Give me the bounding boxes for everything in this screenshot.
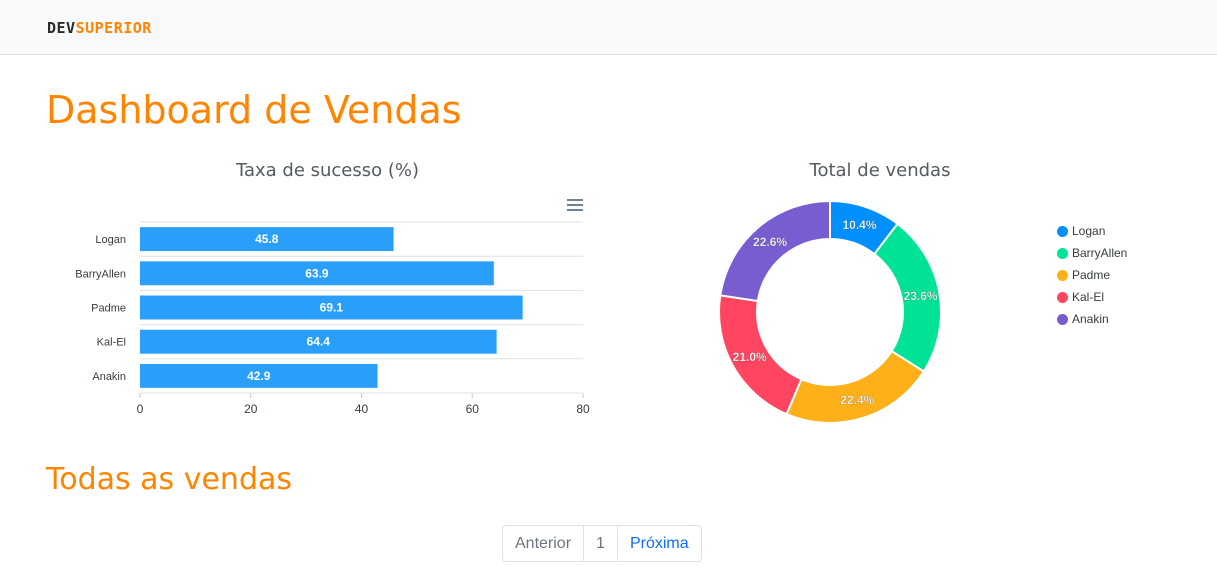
x-tick-label: 60 bbox=[466, 402, 480, 416]
bar-data-label: 42.9 bbox=[247, 369, 271, 383]
legend-marker-icon bbox=[1057, 313, 1068, 325]
donut-legend: Logan BarryAllen Padme Kal-El Anakin bbox=[1057, 220, 1127, 330]
navbar: DEVSUPERIOR bbox=[0, 0, 1217, 55]
bar-chart-title: Taxa de sucesso (%) bbox=[235, 160, 420, 181]
x-tick-label: 20 bbox=[244, 402, 258, 416]
bar-data-label: 64.4 bbox=[307, 335, 331, 349]
legend-marker-icon bbox=[1057, 247, 1068, 259]
bar-chart: 0 20 40 60 80 45.8 Logan 63.9 BarryAllen 69.1 Padm… bbox=[75, 221, 590, 416]
page-title: Dashboard de Vendas bbox=[46, 88, 462, 132]
legend-marker-icon bbox=[1057, 269, 1068, 281]
legend-marker-icon bbox=[1057, 225, 1068, 237]
legend-item[interactable]: Kal-El bbox=[1057, 286, 1127, 308]
category-label: Padme bbox=[91, 303, 126, 315]
pagination: Anterior 1 Próxima bbox=[502, 525, 702, 562]
donut-slice[interactable] bbox=[719, 199, 831, 303]
slice-data-label: 10.4% bbox=[843, 218, 877, 232]
category-label: Logan bbox=[95, 234, 126, 246]
legend-item[interactable]: Padme bbox=[1057, 264, 1127, 286]
previous-page-button[interactable]: Anterior bbox=[503, 526, 583, 561]
legend-label: Padme bbox=[1072, 268, 1111, 282]
brand-logo[interactable]: DEVSUPERIOR bbox=[47, 19, 152, 37]
legend-item[interactable]: Anakin bbox=[1057, 308, 1127, 330]
x-tick-label: 0 bbox=[137, 402, 144, 416]
legend-label: BarryAllen bbox=[1072, 246, 1128, 260]
slice-data-label: 23.6% bbox=[904, 289, 938, 303]
legend-item[interactable]: Logan bbox=[1057, 220, 1127, 242]
legend-item[interactable]: BarryAllen bbox=[1057, 242, 1127, 264]
x-tick-label: 80 bbox=[576, 402, 590, 416]
bar-data-label: 45.8 bbox=[255, 232, 279, 246]
category-label: Kal-El bbox=[97, 337, 126, 349]
legend-marker-icon bbox=[1057, 291, 1068, 303]
bar-data-label: 69.1 bbox=[320, 301, 344, 315]
category-label: Anakin bbox=[92, 371, 126, 383]
brand-superior: SUPERIOR bbox=[75, 19, 152, 37]
x-tick-label: 40 bbox=[355, 402, 369, 416]
page-1-button[interactable]: 1 bbox=[583, 526, 617, 561]
legend-label: Logan bbox=[1072, 224, 1106, 238]
next-page-button[interactable]: Próxima bbox=[616, 526, 701, 561]
slice-data-label: 21.0% bbox=[733, 350, 767, 364]
donut-chart: 10.4% 23.6% 22.4% 21.0% 22.6% bbox=[718, 199, 942, 424]
brand-dev: DEV bbox=[47, 19, 76, 37]
slice-data-label: 22.6% bbox=[753, 235, 787, 249]
bar-data-label: 63.9 bbox=[305, 266, 329, 280]
category-label: BarryAllen bbox=[75, 268, 126, 280]
donut-slice[interactable] bbox=[785, 349, 926, 424]
donut-chart-title: Total de vendas bbox=[809, 160, 951, 181]
section-title: Todas as vendas bbox=[46, 462, 293, 497]
legend-label: Kal-El bbox=[1072, 290, 1105, 304]
legend-label: Anakin bbox=[1072, 312, 1109, 326]
slice-data-label: 22.4% bbox=[840, 393, 874, 407]
